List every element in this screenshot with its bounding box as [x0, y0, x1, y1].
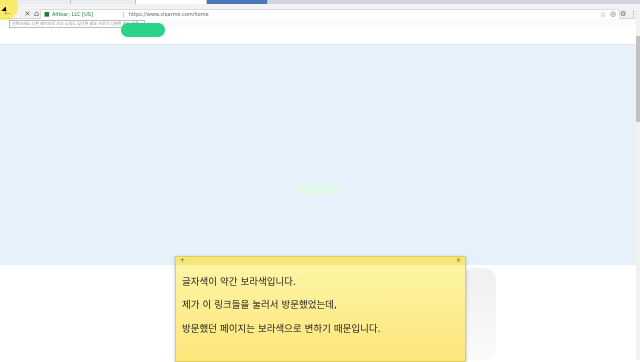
page-header [0, 28, 636, 45]
background-illustration [462, 268, 496, 360]
extension-icon[interactable]: ⚙ [620, 9, 626, 19]
omnibox-separator [123, 12, 124, 18]
note-text-line: 방문했던 페이지는 보라색으로 변하기 때문입니다. [182, 324, 381, 335]
scrollbar-thumb[interactable] [636, 36, 640, 122]
close-tab-icon[interactable]: × [23, 9, 32, 18]
extension-icon[interactable]: ◎ [610, 9, 616, 19]
hero-section [0, 45, 636, 265]
note-text-line: 글자색이 약간 보라색입니다. [182, 277, 296, 288]
close-note-button[interactable]: × [456, 257, 461, 265]
sticky-note[interactable]: + × 글자색이 약간 보라색입니다. 제가 이 링크들을 눌러서 방문했었는데… [175, 256, 466, 362]
hero-button[interactable] [296, 183, 340, 195]
note-text-line: 제가 이 링크들을 눌러서 방문했었는데, [182, 300, 337, 311]
scrollbar[interactable] [636, 18, 640, 360]
sticky-note-titlebar[interactable]: + × [176, 257, 465, 265]
add-note-button[interactable]: + [180, 257, 185, 265]
cta-button[interactable] [121, 23, 165, 37]
browser-toolbar: ← × ⌂ ■ Altlear, LLC [US] https://www.cl… [0, 4, 640, 21]
